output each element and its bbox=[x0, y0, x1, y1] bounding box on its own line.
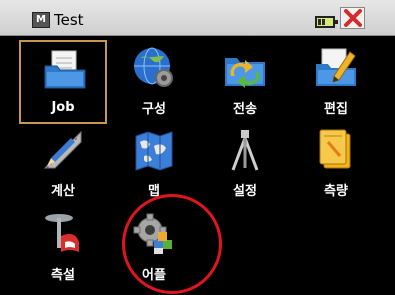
title-bar: M Test bbox=[0, 0, 395, 36]
folder-transfer-icon bbox=[225, 58, 265, 88]
globe-gear-icon bbox=[134, 47, 173, 87]
app-logo-icon: M bbox=[32, 12, 50, 28]
app-window: M Test Job 구성 전송 편집 계산 맵 설정 측량 측설 어플 bbox=[0, 0, 395, 295]
app-label: 전송 bbox=[233, 102, 257, 117]
app-label: 측설 bbox=[51, 268, 75, 283]
folder-document-icon bbox=[44, 50, 86, 89]
app-transfer[interactable]: 전송 bbox=[201, 40, 289, 124]
app-calculate[interactable]: 계산 bbox=[19, 122, 107, 206]
app-label: 계산 bbox=[51, 184, 75, 199]
close-icon bbox=[344, 9, 362, 27]
app-stakeout[interactable]: 측설 bbox=[19, 206, 107, 290]
app-edit[interactable]: 편집 bbox=[292, 40, 380, 124]
app-job[interactable]: Job bbox=[19, 40, 107, 124]
stakeout-pin-icon bbox=[45, 214, 79, 252]
app-label: 측량 bbox=[324, 184, 348, 199]
tripod-icon bbox=[231, 130, 259, 171]
battery-icon bbox=[315, 16, 338, 28]
world-map-icon bbox=[135, 131, 173, 171]
app-label: 설정 bbox=[233, 184, 257, 199]
highlight-circle bbox=[122, 194, 222, 294]
app-label: 편집 bbox=[324, 102, 348, 117]
app-survey[interactable]: 측량 bbox=[292, 122, 380, 206]
notebook-icon bbox=[319, 129, 351, 169]
ruler-pencil-icon bbox=[43, 130, 82, 169]
app-setup[interactable]: 설정 bbox=[201, 122, 289, 206]
window-title: Test bbox=[54, 11, 84, 29]
app-label: 구성 bbox=[142, 102, 166, 117]
app-settings-config[interactable]: 구성 bbox=[110, 40, 198, 124]
close-button[interactable] bbox=[340, 7, 365, 29]
folder-edit-icon bbox=[316, 48, 356, 86]
app-label: Job bbox=[51, 100, 75, 115]
app-map[interactable]: 맵 bbox=[110, 122, 198, 206]
app-launcher-grid: Job 구성 전송 편집 계산 맵 설정 측량 측설 어플 bbox=[14, 36, 380, 295]
